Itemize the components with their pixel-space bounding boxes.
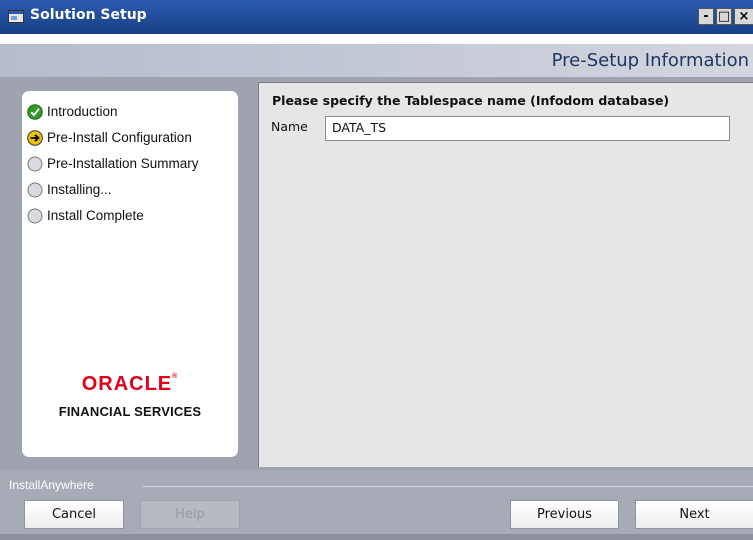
header-band: Pre-Setup Information — [0, 44, 753, 77]
close-button[interactable]: × — [734, 8, 753, 25]
step-label: Introduction — [47, 104, 118, 119]
instruction-text: Please specify the Tablespace name (Info… — [272, 93, 670, 108]
empty-circle-icon — [27, 208, 43, 224]
empty-circle-icon — [27, 182, 43, 198]
footer: InstallAnywhere Cancel Help Previous Nex… — [0, 470, 753, 540]
title-bar: Solution Setup - □ × — [0, 0, 753, 34]
step-label: Installing... — [47, 182, 112, 197]
maximize-button[interactable]: □ — [716, 8, 732, 25]
cancel-button[interactable]: Cancel — [24, 500, 124, 529]
window-title: Solution Setup — [30, 7, 147, 23]
step-label: Pre-Install Configuration — [47, 130, 192, 145]
footer-separator — [143, 486, 753, 487]
help-button[interactable]: Help — [140, 500, 240, 529]
step-label: Pre-Installation Summary — [47, 156, 199, 171]
tablespace-name-input[interactable]: DATA_TS — [325, 116, 730, 141]
empty-circle-icon — [27, 156, 43, 172]
check-circle-icon — [27, 104, 43, 120]
oracle-brand-text: ORACLE — [81, 373, 173, 395]
step-label: Install Complete — [47, 208, 144, 223]
financial-services-label: FINANCIAL SERVICES — [58, 404, 202, 419]
oracle-logo: ORACLE® FINANCIAL SERVICES — [22, 373, 238, 419]
installanywhere-label: InstallAnywhere — [9, 478, 94, 492]
page-title: Pre-Setup Information — [551, 50, 749, 71]
oracle-wordmark: ORACLE® — [81, 373, 179, 395]
app-window-icon — [8, 10, 24, 23]
arrow-circle-icon — [27, 130, 43, 146]
next-button[interactable]: Next — [635, 500, 753, 529]
minimize-button[interactable]: - — [698, 8, 714, 25]
steps-panel: Introduction Pre-Install Configuration P… — [22, 91, 238, 457]
name-label: Name — [271, 119, 308, 134]
window-bottom-frame — [0, 534, 753, 540]
previous-button[interactable]: Previous — [510, 500, 619, 529]
form-panel: Please specify the Tablespace name (Info… — [258, 82, 753, 467]
content-area: Introduction Pre-Install Configuration P… — [0, 77, 753, 470]
